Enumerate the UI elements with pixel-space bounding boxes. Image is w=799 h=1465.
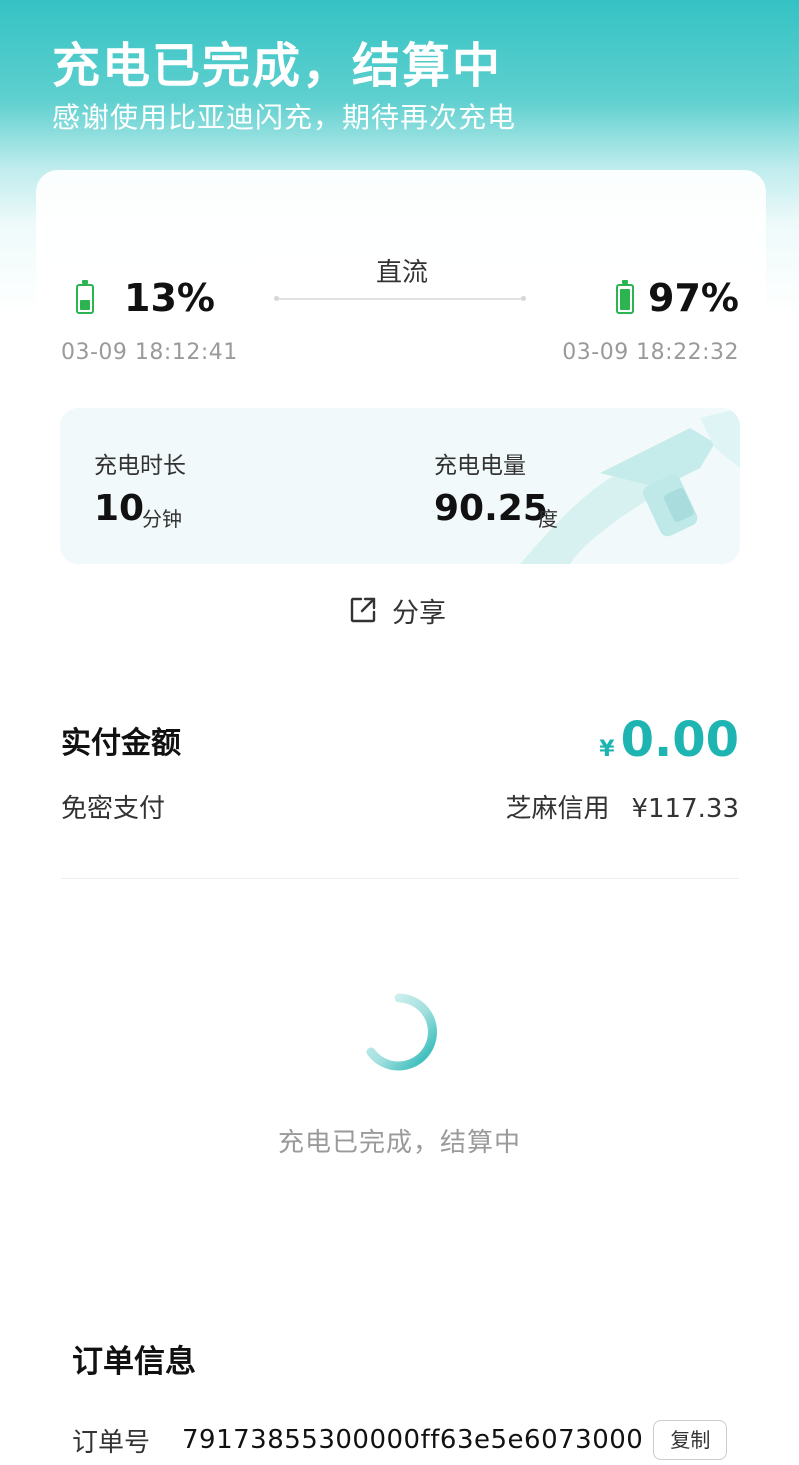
charging-progress-line — [274, 296, 526, 301]
payment-method: 免密支付 — [61, 794, 166, 824]
copy-button[interactable]: 复制 — [653, 1420, 728, 1460]
page-subtitle: 感谢使用比亚迪闪充，期待再次充电 — [52, 101, 517, 134]
charger-plug-illustration — [520, 408, 740, 564]
energy-unit: 度 — [538, 507, 558, 531]
start-time: 03-09 18:12:41 — [61, 340, 238, 365]
payment-currency: ¥ — [599, 737, 615, 762]
divider — [61, 878, 739, 879]
credit-info: 芝麻信用 ¥117.33 — [505, 788, 739, 825]
duration-unit: 分钟 — [142, 507, 182, 531]
page-title: 充电已完成，结算中 — [52, 38, 503, 94]
credit-amount: ¥117.33 — [631, 794, 739, 824]
settlement-status-text: 充电已完成，结算中 — [277, 1128, 521, 1158]
charging-summary-card: 直流 13% 03-09 18:12:41 97% 03-09 18:22:32… — [36, 170, 766, 640]
charging-stats-panel: 充电时长 10 分钟 充电电量 90.25 度 — [60, 408, 740, 564]
battery-end-icon — [616, 280, 634, 314]
duration-value: 10 — [94, 488, 145, 529]
share-label: 分享 — [392, 597, 446, 629]
energy-label: 充电电量 — [434, 453, 526, 479]
start-battery-percent: 13% — [124, 276, 215, 320]
payment-title: 实付金额 — [61, 726, 181, 761]
order-info-title: 订单信息 — [72, 1344, 196, 1380]
credit-label: 芝麻信用 — [505, 794, 610, 824]
energy-value: 90.25 — [434, 488, 548, 529]
order-number-row: 订单号 79173855300000ff63e5e6073000 复制 — [72, 1420, 728, 1460]
order-number-value: 79173855300000ff63e5e6073000 — [182, 1425, 644, 1455]
payment-amount: ¥0.00 — [599, 712, 739, 768]
charging-mode-label: 直流 — [375, 258, 428, 288]
share-button[interactable]: 分享 — [348, 588, 446, 632]
payment-amount-value: 0.00 — [620, 712, 739, 768]
loading-spinner-icon — [366, 993, 437, 1071]
order-number-label: 订单号 — [72, 1427, 151, 1458]
duration-label: 充电时长 — [94, 453, 186, 479]
end-time: 03-09 18:22:32 — [562, 340, 739, 365]
battery-start-icon — [76, 280, 94, 314]
share-icon — [350, 597, 376, 623]
end-battery-percent: 97% — [648, 276, 739, 320]
